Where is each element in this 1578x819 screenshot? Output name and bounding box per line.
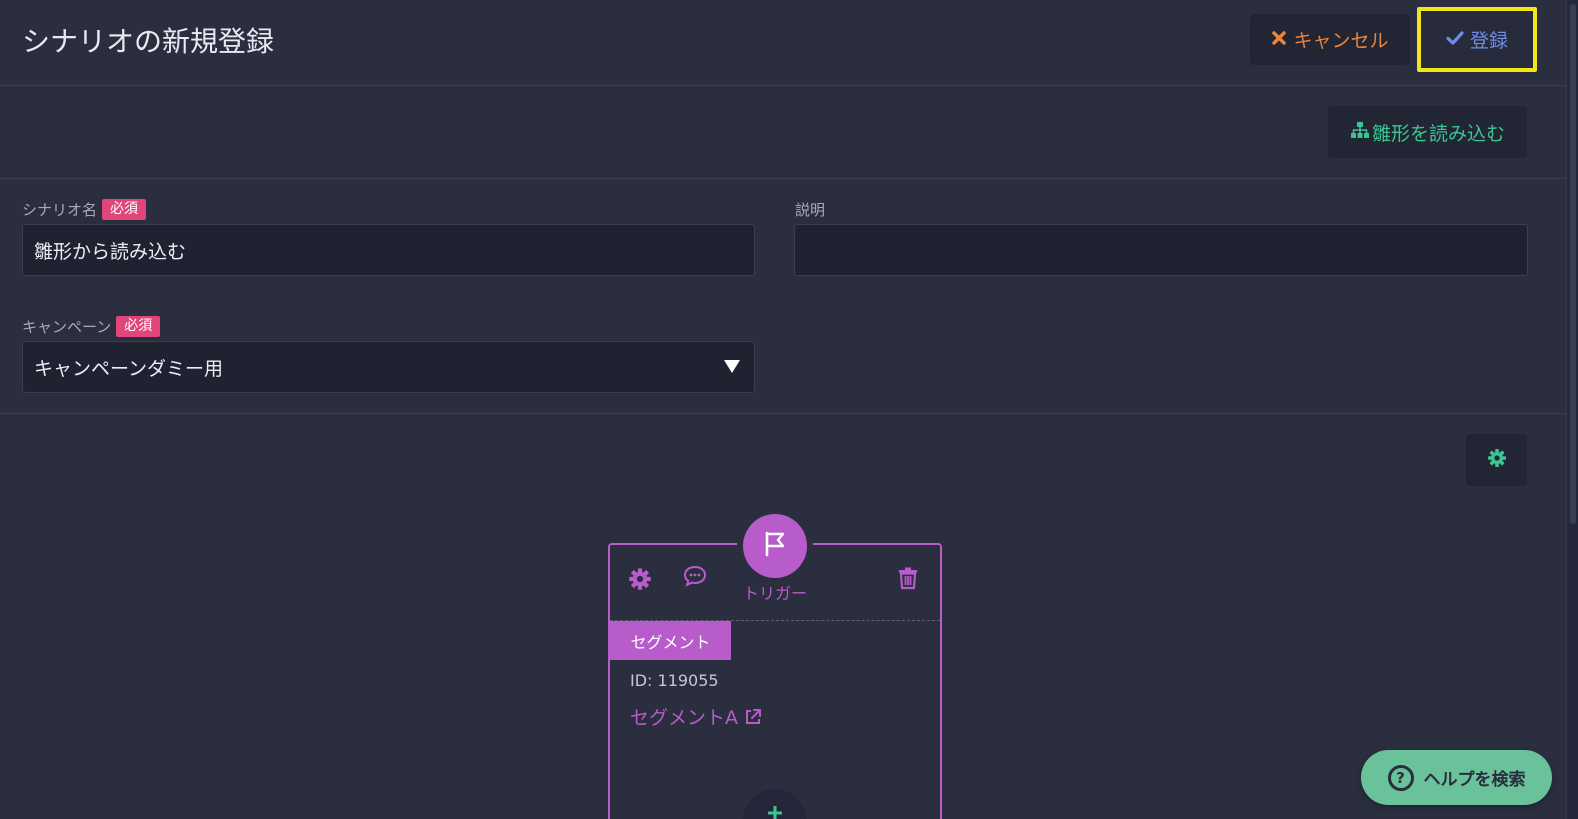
plus-icon xyxy=(767,805,783,819)
scenario-name-value: 雛形から読み込む xyxy=(34,240,187,263)
node-title: トリガー xyxy=(742,584,807,603)
check-icon xyxy=(1446,30,1464,50)
campaign-select[interactable]: キャンペーンダミー用 xyxy=(22,341,755,393)
gear-icon xyxy=(628,567,652,595)
help-search-label: ヘルプを検索 xyxy=(1423,770,1526,790)
campaign-label-text: キャンペーン xyxy=(22,318,112,336)
comment-icon xyxy=(682,564,708,592)
canvas-settings-button[interactable] xyxy=(1466,434,1527,486)
external-link-icon xyxy=(744,708,762,726)
gear-icon xyxy=(1487,448,1507,472)
help-search-button[interactable]: ? ヘルプを検索 xyxy=(1361,750,1552,805)
scenario-name-label: シナリオ名 必須 xyxy=(22,199,147,220)
page-title: シナリオの新規登録 xyxy=(22,25,275,58)
page-header: シナリオの新規登録 キャンセル 登録 xyxy=(0,0,1566,86)
submit-button[interactable]: 登録 xyxy=(1417,7,1537,72)
x-icon xyxy=(1271,30,1287,50)
description-label-text: 説明 xyxy=(795,201,826,219)
scrollbar-thumb[interactable] xyxy=(1570,4,1576,524)
sitemap-icon xyxy=(1350,121,1370,143)
node-header: トリガー xyxy=(610,514,940,621)
description-input[interactable] xyxy=(794,224,1528,276)
segment-tag: セグメント xyxy=(610,621,731,660)
trigger-node-card[interactable]: トリガー セグメント ID: 119055 セグメントA xyxy=(608,514,942,819)
cancel-button[interactable]: キャンセル xyxy=(1250,14,1410,65)
trash-icon xyxy=(897,566,919,594)
load-template-button[interactable]: 雛形を読み込む xyxy=(1328,106,1527,158)
description-label: 説明 xyxy=(795,199,825,220)
vertical-scrollbar[interactable] xyxy=(1566,0,1578,819)
add-node-button[interactable] xyxy=(743,789,807,819)
required-badge: 必須 xyxy=(116,316,161,337)
required-badge: 必須 xyxy=(102,199,147,220)
flag-icon xyxy=(763,531,787,561)
node-delete-button[interactable] xyxy=(897,566,919,594)
campaign-selected-value: キャンペーンダミー用 xyxy=(34,357,224,380)
segment-link[interactable]: セグメントA xyxy=(630,703,762,730)
segment-id: ID: 119055 xyxy=(630,671,719,690)
segment-name: セグメントA xyxy=(630,707,738,729)
scenario-name-input[interactable]: 雛形から読み込む xyxy=(22,224,755,276)
scenario-registration-page: シナリオの新規登録 キャンセル 登録 雛形を読み込む シナリオ名 必須 雛形から… xyxy=(0,0,1578,819)
submit-button-label: 登録 xyxy=(1469,30,1508,52)
template-toolbar: 雛形を読み込む xyxy=(0,86,1566,179)
node-settings-button[interactable] xyxy=(628,567,652,595)
scenario-canvas: トリガー セグメント ID: 119055 セグメントA xyxy=(0,414,1566,819)
load-template-label: 雛形を読み込む xyxy=(1371,122,1505,145)
cancel-button-label: キャンセル xyxy=(1293,30,1389,52)
caret-down-icon xyxy=(724,360,740,373)
scenario-form: シナリオ名 必須 雛形から読み込む 説明 キャンペーン 必須 キャンペーンダミー… xyxy=(0,179,1566,414)
node-comment-button[interactable] xyxy=(682,564,708,592)
question-circle-icon: ? xyxy=(1387,764,1414,791)
campaign-label: キャンペーン 必須 xyxy=(22,316,161,337)
scenario-name-label-text: シナリオ名 xyxy=(22,201,98,219)
trigger-node-badge xyxy=(743,514,807,578)
